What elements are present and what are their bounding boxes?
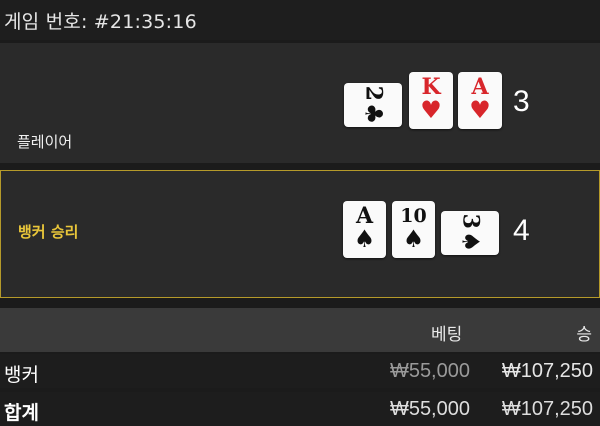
row-label: 합계 — [4, 402, 39, 424]
card-rank: 3 — [456, 213, 483, 229]
heart-icon: ♥ — [420, 95, 442, 124]
banker-panel: 뱅커 승리 A ♠ 10 ♠ 3 ♠ 4 — [0, 170, 600, 298]
banker-card-2: 10 ♠ — [392, 201, 435, 258]
banker-score: 4 — [513, 214, 530, 247]
row-label: 뱅커 — [4, 364, 39, 386]
row-bet: ₩55,000 — [389, 360, 470, 382]
club-icon: ♣ — [358, 102, 388, 125]
player-label: 플레이어 — [17, 133, 73, 151]
player-card-3: A ♥ — [458, 72, 502, 129]
player-panel: 플레이어 2 ♣ K ♥ A ♥ 3 — [0, 43, 600, 163]
player-card-1: 2 ♣ — [344, 83, 402, 127]
banker-card-3: 3 ♠ — [441, 211, 499, 255]
player-card-2: K ♥ — [409, 72, 453, 129]
heart-icon: ♥ — [469, 95, 491, 124]
banker-result-label: 뱅커 승리 — [18, 223, 79, 241]
player-score: 3 — [513, 85, 530, 118]
row-bet: ₩55,000 — [389, 398, 470, 420]
spade-icon: ♠ — [455, 230, 485, 253]
table-row-total: 합계 ₩55,000 ₩107,250 — [0, 392, 600, 426]
row-win: ₩107,250 — [501, 360, 593, 382]
card-rank: 2 — [359, 85, 386, 101]
table-row: 뱅커 ₩55,000 ₩107,250 — [0, 354, 600, 388]
bet-table-header: 베팅 승 — [0, 308, 600, 352]
banker-card-1: A ♠ — [343, 201, 386, 258]
game-number: 게임 번호: #21:35:16 — [4, 10, 197, 33]
column-bet: 베팅 — [431, 325, 463, 345]
spade-icon: ♠ — [402, 224, 425, 253]
spade-icon: ♠ — [353, 224, 376, 253]
game-header: 게임 번호: #21:35:16 — [0, 0, 600, 40]
column-win: 승 — [576, 325, 592, 345]
row-win: ₩107,250 — [501, 398, 593, 420]
